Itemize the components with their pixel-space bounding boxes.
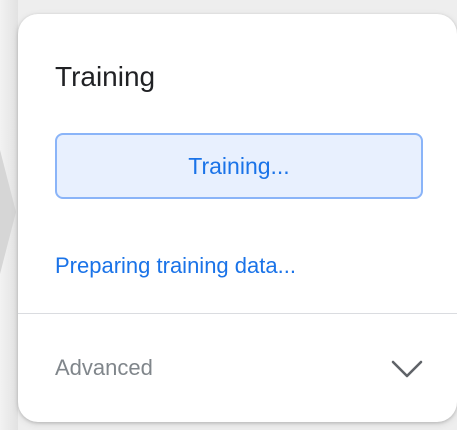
side-panel-pointer bbox=[0, 150, 16, 274]
training-status-text: Preparing training data... bbox=[55, 253, 296, 278]
panel-title: Training bbox=[55, 61, 156, 92]
training-button[interactable]: Training... bbox=[55, 133, 423, 199]
chevron-down-icon bbox=[391, 360, 423, 378]
advanced-label: Advanced bbox=[55, 355, 153, 380]
screen: Training Training... Preparing training … bbox=[0, 0, 457, 430]
training-panel: Training Training... Preparing training … bbox=[18, 14, 457, 422]
advanced-expander[interactable]: Advanced bbox=[18, 314, 457, 422]
